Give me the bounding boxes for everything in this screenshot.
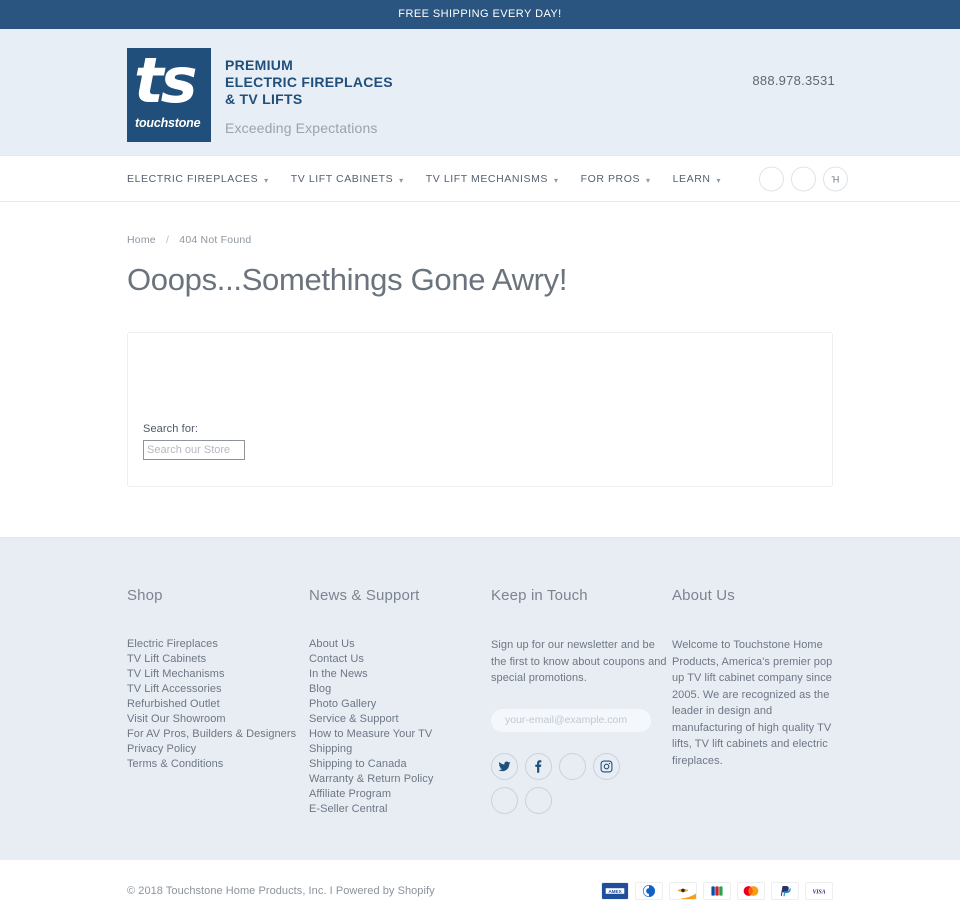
footer-link-visit-our-showroom[interactable]: Visit Our Showroom bbox=[127, 712, 309, 727]
footer-link-terms-conditions[interactable]: Terms & Conditions bbox=[127, 757, 309, 772]
logo-monogram: ts bbox=[134, 44, 198, 117]
newsletter-description: Sign up for our newsletter and be the fi… bbox=[491, 639, 667, 684]
nav-item-tv-lift-cabinets[interactable]: TV LIFT CABINETS ▾ bbox=[291, 173, 404, 185]
footer-link-privacy-policy[interactable]: Privacy Policy bbox=[127, 742, 309, 757]
search-input[interactable] bbox=[143, 440, 245, 460]
logo-line-3: & TV LIFTS bbox=[225, 91, 303, 107]
svg-text:VISA: VISA bbox=[812, 890, 825, 896]
footer-link-for-av-pros[interactable]: For AV Pros, Builders & Designers bbox=[127, 727, 309, 742]
breadcrumb-home-link[interactable]: Home bbox=[127, 234, 156, 246]
breadcrumb: Home / 404 Not Found bbox=[127, 202, 833, 246]
footer-link-shipping-to-canada[interactable]: Shipping to Canada bbox=[309, 757, 491, 772]
logo-line-1: PREMIUM bbox=[225, 57, 294, 73]
footer-link-tv-lift-cabinets[interactable]: TV Lift Cabinets bbox=[127, 652, 309, 667]
nav-label: LEARN bbox=[672, 173, 711, 185]
chevron-down-icon: ▾ bbox=[553, 175, 559, 185]
nav-item-learn[interactable]: LEARN ▾ bbox=[673, 173, 722, 185]
announcement-text: FREE SHIPPING EVERY DAY! bbox=[398, 8, 562, 20]
site-header: ts touchstone PREMIUM ELECTRIC FIREPLACE… bbox=[0, 29, 960, 155]
logo-line-2: ELECTRIC FIREPLACES bbox=[225, 74, 393, 90]
copyright-text: © 2018 Touchstone Home Products, Inc. I … bbox=[127, 885, 435, 897]
nav-item-tv-lift-mechanisms[interactable]: TV LIFT MECHANISMS ▾ bbox=[426, 173, 559, 185]
about-description: Welcome to Touchstone Home Products, Ame… bbox=[672, 639, 833, 767]
footer-column-keep-in-touch: Keep in Touch Sign up for our newsletter… bbox=[491, 587, 672, 817]
footer-link-how-to-measure-your-tv[interactable]: How to Measure Your TV bbox=[309, 727, 491, 742]
nav-label: FOR PROS bbox=[580, 173, 641, 185]
error-card: Search for: bbox=[127, 332, 833, 487]
footer-link-e-seller-central[interactable]: E-Seller Central bbox=[309, 802, 491, 817]
nav-item-electric-fireplaces[interactable]: ELECTRIC FIREPLACES ▾ bbox=[127, 173, 269, 185]
chevron-down-icon: ▾ bbox=[399, 175, 404, 185]
footer-link-shipping[interactable]: Shipping bbox=[309, 742, 491, 757]
pinterest-icon[interactable] bbox=[559, 752, 586, 780]
payment-methods: AMEX VISA bbox=[601, 882, 833, 900]
footer-link-tv-lift-mechanisms[interactable]: TV Lift Mechanisms bbox=[127, 667, 309, 682]
footer-keep-in-touch-title: Keep in Touch bbox=[491, 587, 588, 604]
announcement-bar: FREE SHIPPING EVERY DAY! bbox=[0, 0, 960, 29]
breadcrumb-separator: / bbox=[166, 234, 170, 246]
breadcrumb-current: 404 Not Found bbox=[179, 234, 252, 246]
footer-link-blog[interactable]: Blog bbox=[309, 682, 491, 697]
cart-icon-glyph: Ή bbox=[831, 174, 840, 184]
footer-link-warranty-return-policy[interactable]: Warranty & Return Policy bbox=[309, 772, 491, 787]
page-title: Ooops...Somethings Gone Awry! bbox=[127, 262, 568, 297]
main-content: Home / 404 Not Found Ooops...Somethings … bbox=[0, 202, 960, 537]
footer-column-about-us: About Us Welcome to Touchstone Home Prod… bbox=[672, 587, 833, 817]
header-phone-number[interactable]: 888.978.3531 bbox=[752, 73, 835, 88]
footer-about-title: About Us bbox=[672, 587, 735, 604]
instagram-icon[interactable] bbox=[593, 752, 620, 780]
main-navigation: ELECTRIC FIREPLACES ▾ TV LIFT CABINETS ▾… bbox=[0, 155, 960, 202]
mastercard-icon bbox=[737, 882, 765, 900]
visa-icon: VISA bbox=[805, 882, 833, 900]
social-links bbox=[491, 752, 631, 814]
chevron-down-icon: ▾ bbox=[264, 175, 269, 185]
newsletter-email-input[interactable] bbox=[491, 708, 651, 732]
logo-brand-name: touchstone bbox=[135, 116, 201, 130]
footer-column-shop: Shop Electric Fireplaces TV Lift Cabinet… bbox=[127, 587, 309, 817]
nav-label: TV LIFT MECHANISMS bbox=[425, 173, 548, 185]
cart-icon[interactable]: Ή bbox=[823, 166, 848, 192]
site-footer: Shop Electric Fireplaces TV Lift Cabinet… bbox=[0, 537, 960, 860]
page-root: FREE SHIPPING EVERY DAY! ts touchstone P… bbox=[0, 0, 960, 922]
logo-tagline: Exceeding Expectations bbox=[225, 120, 378, 136]
footer-bottom-bar: © 2018 Touchstone Home Products, Inc. I … bbox=[0, 860, 960, 922]
svg-text:AMEX: AMEX bbox=[608, 889, 622, 894]
nav-item-for-pros[interactable]: FOR PROS ▾ bbox=[581, 173, 651, 185]
jcb-icon bbox=[703, 882, 731, 900]
footer-link-contact-us[interactable]: Contact Us bbox=[309, 652, 491, 667]
footer-link-in-the-news[interactable]: In the News bbox=[309, 667, 491, 682]
facebook-icon[interactable] bbox=[525, 752, 552, 780]
search-icon[interactable] bbox=[759, 166, 784, 192]
footer-link-affiliate-program[interactable]: Affiliate Program bbox=[309, 787, 491, 802]
footer-link-service-support[interactable]: Service & Support bbox=[309, 712, 491, 727]
site-logo[interactable]: ts touchstone PREMIUM ELECTRIC FIREPLACE… bbox=[127, 48, 393, 142]
rss-icon[interactable] bbox=[525, 786, 552, 814]
chevron-down-icon: ▾ bbox=[716, 175, 722, 185]
logo-tagline-block: PREMIUM ELECTRIC FIREPLACES & TV LIFTS E… bbox=[225, 48, 393, 136]
search-form: Search for: bbox=[143, 423, 245, 460]
footer-link-tv-lift-accessories[interactable]: TV Lift Accessories bbox=[127, 682, 309, 697]
footer-shop-title: Shop bbox=[127, 587, 163, 604]
footer-column-news-support: News & Support About Us Contact Us In th… bbox=[309, 587, 491, 817]
logo-mark: ts touchstone bbox=[127, 48, 211, 142]
footer-link-about-us[interactable]: About Us bbox=[309, 637, 491, 652]
amex-icon: AMEX bbox=[601, 882, 629, 900]
footer-link-refurbished-outlet[interactable]: Refurbished Outlet bbox=[127, 697, 309, 712]
account-icon[interactable] bbox=[791, 166, 816, 192]
footer-link-photo-gallery[interactable]: Photo Gallery bbox=[309, 697, 491, 712]
nav-icon-group: Ή bbox=[759, 166, 848, 192]
discover-icon bbox=[669, 882, 697, 900]
paypal-icon bbox=[771, 882, 799, 900]
nav-label: ELECTRIC FIREPLACES bbox=[127, 173, 259, 185]
footer-link-electric-fireplaces[interactable]: Electric Fireplaces bbox=[127, 637, 309, 652]
chevron-down-icon: ▾ bbox=[646, 175, 651, 185]
diners-club-icon bbox=[635, 882, 663, 900]
twitter-icon[interactable] bbox=[491, 752, 518, 780]
nav-label: TV LIFT CABINETS bbox=[290, 173, 394, 185]
search-label: Search for: bbox=[143, 423, 199, 435]
youtube-icon[interactable] bbox=[491, 786, 518, 814]
footer-news-title: News & Support bbox=[309, 587, 420, 604]
